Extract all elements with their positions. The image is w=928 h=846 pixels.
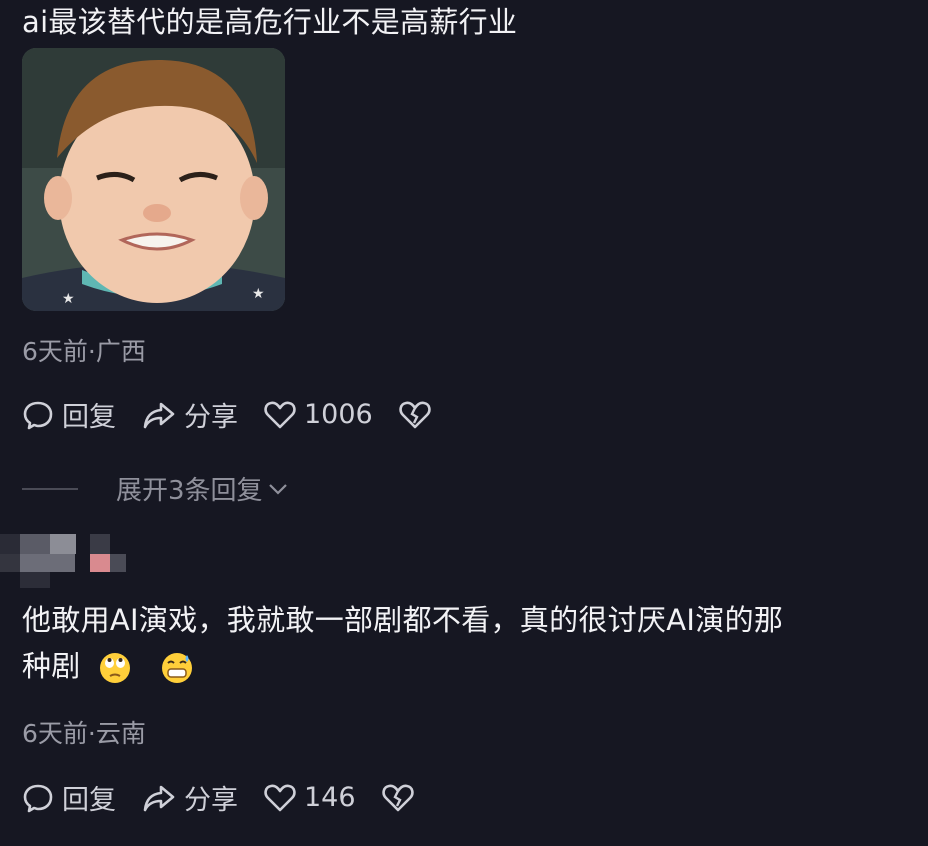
- comment-2-avatar-blurred[interactable]: [0, 534, 130, 594]
- like-count: 1006: [304, 399, 373, 430]
- comment-2-actions: 回复 分享 146: [22, 778, 448, 817]
- comment-2-text-line2: 种剧: [22, 649, 81, 683]
- comment-icon: [23, 401, 53, 429]
- comment-icon: [23, 784, 53, 812]
- broken-heart-icon: [381, 784, 414, 811]
- comment-2-text-line2-wrap: 种剧: [22, 646, 922, 686]
- comment-2-text: 他敢用AI演戏，我就敢一部剧都不看，真的很讨厌AI演的那 种剧: [22, 600, 922, 686]
- chevron-down-icon: [268, 483, 287, 495]
- expand-replies-button[interactable]: 展开3条回复: [22, 470, 289, 507]
- heart-icon: [264, 784, 296, 811]
- svg-text:★: ★: [252, 286, 265, 302]
- expand-replies-label: 展开3条回复: [116, 476, 263, 506]
- divider-line: [22, 487, 78, 490]
- share-arrow-icon: [143, 402, 175, 428]
- share-label: 分享: [184, 402, 238, 433]
- eye-roll-emoji: [100, 653, 131, 683]
- share-button[interactable]: 分享: [142, 395, 238, 434]
- dislike-button[interactable]: [381, 783, 422, 813]
- share-label: 分享: [184, 785, 238, 816]
- grinning-sweat-emoji: [161, 653, 192, 683]
- baby-face-sticker: ★ ★: [22, 48, 285, 311]
- comment-2-text-line1: 他敢用AI演戏，我就敢一部剧都不看，真的很讨厌AI演的那: [22, 603, 784, 637]
- reply-button[interactable]: 回复: [22, 778, 116, 817]
- dislike-button[interactable]: [399, 400, 439, 430]
- broken-heart-icon: [399, 401, 431, 428]
- comment-1-actions: 回复 分享 1006: [22, 395, 465, 434]
- share-arrow-icon: [143, 785, 175, 811]
- like-button[interactable]: 1006: [264, 399, 373, 430]
- like-button[interactable]: 146: [264, 782, 356, 813]
- comment-1-sticker-image[interactable]: ★ ★: [22, 48, 285, 311]
- comment-2-meta: 6天前·云南: [22, 719, 146, 748]
- blurred-username-mosaic: [0, 534, 126, 588]
- reply-label: 回复: [62, 785, 116, 816]
- share-button[interactable]: 分享: [142, 778, 238, 817]
- svg-text:★: ★: [62, 291, 75, 307]
- reply-label: 回复: [62, 402, 116, 433]
- like-count: 146: [304, 782, 356, 813]
- heart-icon: [264, 401, 296, 428]
- comment-1-meta: 6天前·广西: [22, 337, 146, 366]
- reply-button[interactable]: 回复: [22, 395, 116, 434]
- comment-1-text: ai最该替代的是高危行业不是高薪行业: [22, 5, 518, 39]
